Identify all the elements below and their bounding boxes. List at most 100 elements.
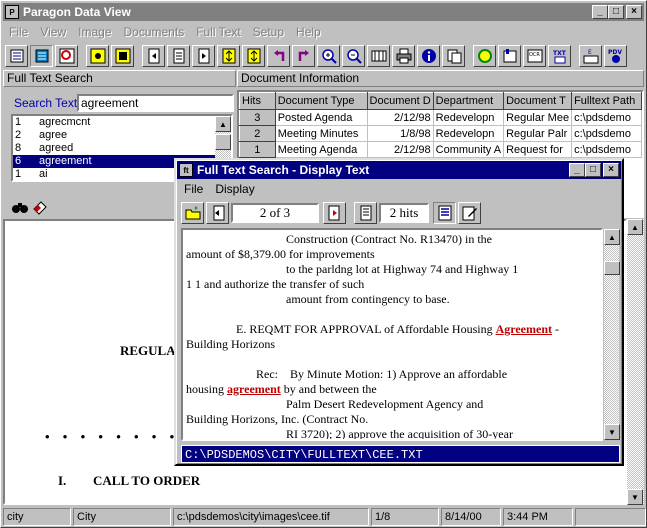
text-scrollbar[interactable]: ▲ ▼ [603, 228, 620, 441]
open-folder-icon [185, 206, 200, 220]
list-item[interactable]: 2 agree [13, 129, 231, 142]
table-row[interactable]: 3 Posted Agenda 2/12/98 Redevelopn Regul… [239, 109, 642, 126]
edit-text-button[interactable] [458, 202, 481, 224]
fit-width-button[interactable] [111, 45, 134, 67]
email-icon: E [583, 49, 598, 64]
fulltext-icon [59, 48, 74, 64]
main-menubar: File View Image Documents Full Text Setu… [3, 23, 327, 41]
binoculars-icon [12, 203, 28, 213]
menu-help[interactable]: Help [290, 25, 327, 39]
open-folder-button[interactable] [181, 202, 204, 224]
prev-page-icon [173, 48, 184, 64]
main-toolbar: OCR TXT E PDV [5, 45, 629, 67]
next-document-button[interactable] [323, 202, 346, 224]
app-icon: P [5, 5, 19, 19]
fit-width-icon [115, 48, 130, 64]
fit-height-button[interactable] [217, 45, 240, 67]
list-item[interactable]: 8 agreed [13, 142, 231, 155]
copy-button[interactable] [442, 45, 465, 67]
list-view-button[interactable] [5, 45, 28, 67]
column-header[interactable]: Document T [503, 92, 573, 110]
column-header[interactable]: Department [432, 92, 505, 110]
menu-file[interactable]: File [3, 25, 34, 39]
email-button[interactable]: E [579, 45, 602, 67]
search-hit-highlight[interactable]: agreement [227, 382, 281, 396]
next-page-button[interactable] [192, 45, 215, 67]
prev-document-icon [213, 205, 224, 221]
maximize-button[interactable]: □ [608, 5, 624, 19]
scroll-down-arrow-icon[interactable]: ▼ [604, 424, 620, 440]
zoom-out-icon [346, 49, 362, 64]
first-page-button[interactable] [142, 45, 165, 67]
menu-full-text[interactable]: Full Text [190, 25, 246, 39]
table-row[interactable]: 2 Meeting Minutes 1/8/98 Redevelopn Regu… [239, 125, 642, 142]
search-text-input[interactable]: agreement [77, 94, 234, 112]
prev-page-button[interactable] [167, 45, 190, 67]
grid-header-row: Hits Document Type Document D Department… [239, 92, 642, 110]
pdv-info-button[interactable]: PDV [604, 45, 627, 67]
table-row[interactable]: 1 Meeting Agenda 2/12/98 Community A Req… [239, 141, 642, 158]
column-header[interactable]: Fulltext Path [571, 92, 642, 110]
rotate-left-icon [273, 50, 284, 61]
prev-hit-button[interactable] [354, 202, 377, 224]
scroll-thumb[interactable] [604, 261, 620, 275]
zoom-in-button[interactable] [317, 45, 340, 67]
fulltext-display-area[interactable]: Construction (Contract No. R13470) in th… [181, 228, 603, 441]
scroll-up-arrow-icon[interactable]: ▲ [627, 219, 643, 235]
dialog-menu-display[interactable]: Display [209, 182, 260, 196]
text-line [186, 352, 598, 367]
print-button[interactable] [392, 45, 415, 67]
page-indicator: 2 of 3 [231, 203, 319, 223]
rotate-right-button[interactable] [292, 45, 315, 67]
status-empty [575, 508, 646, 526]
text-export-button[interactable]: TXT [548, 45, 571, 67]
document-scrollbar[interactable]: ▲ ▼ [627, 219, 644, 505]
clear-search-button[interactable] [31, 198, 49, 216]
scroll-up-arrow-icon[interactable]: ▲ [215, 116, 231, 132]
menu-setup[interactable]: Setup [247, 25, 290, 39]
zoom-out-button[interactable] [342, 45, 365, 67]
svg-text:TXT: TXT [553, 50, 567, 57]
section-number: I. [58, 473, 67, 488]
menu-view[interactable]: View [34, 25, 72, 39]
binoculars-search-button[interactable] [11, 198, 29, 216]
column-header[interactable]: Document D [366, 92, 434, 110]
info-button[interactable] [417, 45, 440, 67]
minimize-button[interactable]: _ [592, 5, 608, 19]
column-header[interactable]: Document Type [274, 92, 368, 110]
eraser-icon [33, 201, 47, 215]
highlight-hits-icon [438, 205, 451, 221]
fulltext-view-button[interactable] [55, 45, 78, 67]
fulltext-icon: ft [179, 163, 193, 177]
fit-page-button[interactable] [86, 45, 109, 67]
highlight-hits-button[interactable] [433, 202, 456, 224]
stretch-button[interactable] [242, 45, 265, 67]
dialog-title-bar[interactable]: ft Full Text Search - Display Text _ □ × [177, 161, 621, 179]
scroll-thumb[interactable] [215, 134, 231, 150]
dialog-maximize-button[interactable]: □ [585, 163, 601, 177]
dialog-close-button[interactable]: × [603, 163, 619, 177]
thumbnails-button[interactable] [367, 45, 390, 67]
main-title-bar[interactable]: P Paragon Data View _ □ × [3, 3, 644, 21]
search-text-label: Search Text [14, 96, 78, 110]
scroll-up-arrow-icon[interactable]: ▲ [604, 229, 620, 245]
svg-text:E: E [588, 49, 592, 56]
export-button[interactable] [498, 45, 521, 67]
copy-icon [447, 49, 461, 64]
column-header[interactable]: Hits [239, 92, 276, 110]
menu-documents[interactable]: Documents [118, 25, 191, 39]
dialog-minimize-button[interactable]: _ [569, 163, 585, 177]
menu-image[interactable]: Image [72, 25, 117, 39]
dialog-menu-file[interactable]: File [178, 182, 209, 196]
rotate-left-button[interactable] [267, 45, 290, 67]
close-button[interactable]: × [626, 5, 642, 19]
search-hit-highlight[interactable]: Agreement [496, 322, 552, 336]
ocr-button[interactable]: OCR [523, 45, 546, 67]
text-line: Construction (Contract No. R13470) in th… [286, 232, 492, 246]
list-item[interactable]: 1 agrecmcnt [13, 116, 231, 129]
txt-icon: TXT [553, 50, 567, 64]
refresh-button[interactable] [473, 45, 496, 67]
scroll-down-arrow-icon[interactable]: ▼ [627, 489, 643, 505]
form-view-button[interactable] [30, 45, 53, 67]
prev-document-button[interactable] [206, 202, 229, 224]
